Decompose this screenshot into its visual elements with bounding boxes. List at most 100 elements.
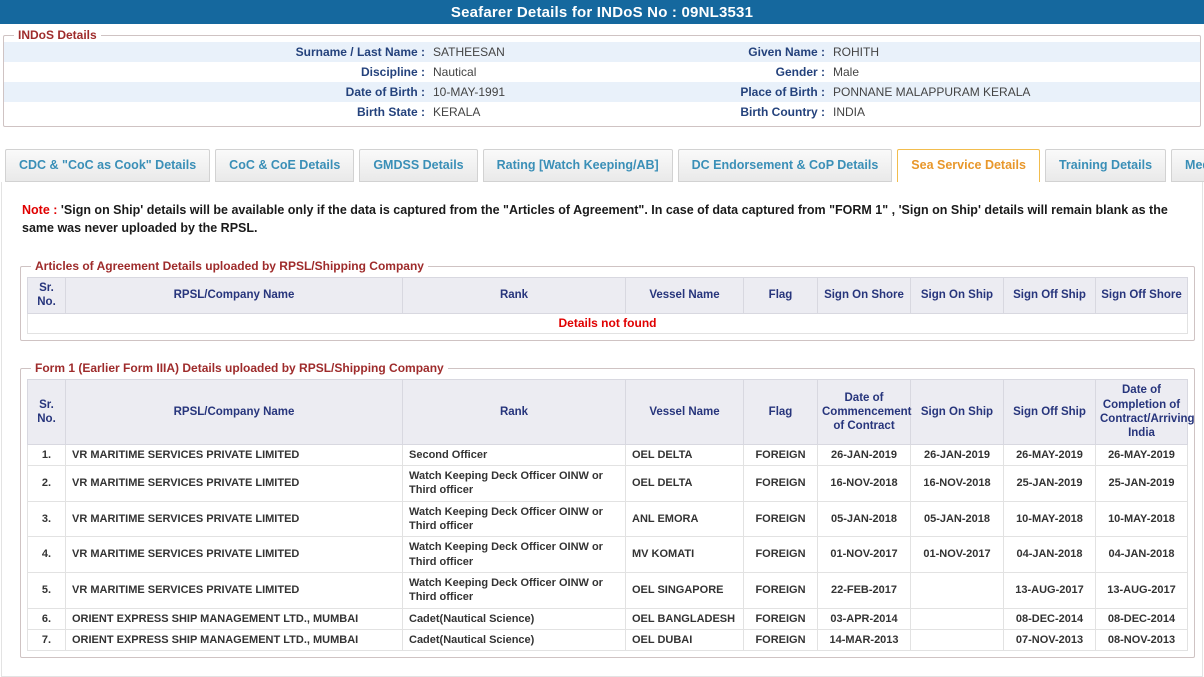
table-row: 5.VR MARITIME SERVICES PRIVATE LIMITEDWa…	[28, 572, 1188, 608]
form1-legend: Form 1 (Earlier Form IIIA) Details uploa…	[31, 361, 448, 375]
table-row: 3.VR MARITIME SERVICES PRIVATE LIMITEDWa…	[28, 501, 1188, 537]
table-cell: 2.	[28, 466, 66, 502]
tab-sea-service-details[interactable]: Sea Service Details	[897, 149, 1040, 182]
sign-on-ship-note: Note : 'Sign on Ship' details will be av…	[10, 196, 1194, 239]
table-cell: 6.	[28, 608, 66, 629]
col-vessel: Vessel Name	[626, 278, 744, 314]
table-cell: 3.	[28, 501, 66, 537]
birth-country-label: Birth Country :	[599, 105, 829, 119]
table-cell: Watch Keeping Deck Officer OINW or Third…	[403, 537, 626, 573]
table-cell: ANL EMORA	[626, 501, 744, 537]
table-cell: MV KOMATI	[626, 537, 744, 573]
indos-row: Date of Birth : 10-MAY-1991 Place of Bir…	[4, 82, 1200, 102]
given-name-label: Given Name :	[599, 45, 829, 59]
table-cell: 04-JAN-2018	[1096, 537, 1188, 573]
table-cell: OEL DELTA	[626, 444, 744, 465]
table-cell: VR MARITIME SERVICES PRIVATE LIMITED	[66, 501, 403, 537]
tab-coc-coe-details[interactable]: CoC & CoE Details	[215, 149, 354, 182]
table-cell: FOREIGN	[744, 608, 818, 629]
birth-state-value: KERALA	[429, 105, 599, 119]
table-cell: ORIENT EXPRESS SHIP MANAGEMENT LTD., MUM…	[66, 608, 403, 629]
col-vessel: Vessel Name	[626, 380, 744, 445]
table-cell: VR MARITIME SERVICES PRIVATE LIMITED	[66, 444, 403, 465]
table-cell: Cadet(Nautical Science)	[403, 629, 626, 650]
col-rank: Rank	[403, 278, 626, 314]
table-cell: 1.	[28, 444, 66, 465]
table-row: 7.ORIENT EXPRESS SHIP MANAGEMENT LTD., M…	[28, 629, 1188, 650]
table-cell: FOREIGN	[744, 537, 818, 573]
col-sign-on-ship: Sign On Ship	[911, 380, 1004, 445]
tab-bar: CDC & "CoC as Cook" Details CoC & CoE De…	[0, 149, 1204, 182]
table-cell: 07-NOV-2013	[1004, 629, 1096, 650]
tab-gmdss-details[interactable]: GMDSS Details	[359, 149, 477, 182]
table-cell: 10-MAY-2018	[1004, 501, 1096, 537]
table-cell: 16-NOV-2018	[911, 466, 1004, 502]
table-cell: OEL DELTA	[626, 466, 744, 502]
table-cell: 16-NOV-2018	[818, 466, 911, 502]
discipline-value: Nautical	[429, 65, 599, 79]
tab-dc-endorsement-cop-details[interactable]: DC Endorsement & CoP Details	[678, 149, 893, 182]
indos-details-legend: INDoS Details	[14, 28, 101, 42]
gender-value: Male	[829, 65, 1200, 79]
table-row: 4.VR MARITIME SERVICES PRIVATE LIMITEDWa…	[28, 537, 1188, 573]
note-text: 'Sign on Ship' details will be available…	[22, 203, 1168, 235]
col-sr-no: Sr. No.	[28, 380, 66, 445]
table-cell: 13-AUG-2017	[1004, 572, 1096, 608]
articles-of-agreement-table: Sr. No. RPSL/Company Name Rank Vessel Na…	[27, 277, 1188, 334]
table-cell: 13-AUG-2017	[1096, 572, 1188, 608]
col-company: RPSL/Company Name	[66, 278, 403, 314]
articles-of-agreement-legend: Articles of Agreement Details uploaded b…	[31, 259, 428, 273]
table-cell: FOREIGN	[744, 501, 818, 537]
col-company: RPSL/Company Name	[66, 380, 403, 445]
form1-table: Sr. No. RPSL/Company Name Rank Vessel Na…	[27, 379, 1188, 651]
table-cell: 26-MAY-2019	[1096, 444, 1188, 465]
empty-row: Details not found	[28, 313, 1188, 334]
table-cell: FOREIGN	[744, 466, 818, 502]
tab-rating-watch-keeping-ab[interactable]: Rating [Watch Keeping/AB]	[483, 149, 673, 182]
table-cell	[911, 608, 1004, 629]
table-cell: 26-JAN-2019	[911, 444, 1004, 465]
tab-cdc-coc-as-cook-details[interactable]: CDC & "CoC as Cook" Details	[5, 149, 210, 182]
gender-label: Gender :	[599, 65, 829, 79]
table-cell: 01-NOV-2017	[911, 537, 1004, 573]
tab-training-details[interactable]: Training Details	[1045, 149, 1166, 182]
table-cell: OEL DUBAI	[626, 629, 744, 650]
table-cell: 26-MAY-2019	[1004, 444, 1096, 465]
col-sign-off-shore: Sign Off Shore	[1096, 278, 1188, 314]
table-cell: FOREIGN	[744, 444, 818, 465]
surname-label: Surname / Last Name :	[4, 45, 429, 59]
tab-medical-fitness-certificate[interactable]: Medical Fitness Certificate	[1171, 149, 1204, 182]
table-cell: 22-FEB-2017	[818, 572, 911, 608]
place-of-birth-label: Place of Birth :	[599, 85, 829, 99]
birth-state-label: Birth State :	[4, 105, 429, 119]
table-cell: FOREIGN	[744, 629, 818, 650]
table-cell: 25-JAN-2019	[1004, 466, 1096, 502]
table-header-row: Sr. No. RPSL/Company Name Rank Vessel Na…	[28, 278, 1188, 314]
details-not-found-message: Details not found	[28, 313, 1188, 334]
indos-row: Surname / Last Name : SATHEESAN Given Na…	[4, 42, 1200, 62]
page-title: Seafarer Details for INDoS No : 09NL3531	[451, 4, 753, 21]
col-sign-off-ship: Sign Off Ship	[1004, 380, 1096, 445]
col-date-completion: Date of Completion of Contract/Arriving …	[1096, 380, 1188, 445]
table-header-row: Sr. No. RPSL/Company Name Rank Vessel Na…	[28, 380, 1188, 445]
table-cell: 08-DEC-2014	[1004, 608, 1096, 629]
given-name-value: ROHITH	[829, 45, 1200, 59]
articles-of-agreement-section: Articles of Agreement Details uploaded b…	[20, 259, 1195, 341]
discipline-label: Discipline :	[4, 65, 429, 79]
table-cell: Watch Keeping Deck Officer OINW or Third…	[403, 572, 626, 608]
table-cell: 04-JAN-2018	[1004, 537, 1096, 573]
table-cell: 4.	[28, 537, 66, 573]
table-cell: 08-DEC-2014	[1096, 608, 1188, 629]
table-cell: OEL BANGLADESH	[626, 608, 744, 629]
col-flag: Flag	[744, 278, 818, 314]
sea-service-panel: Note : 'Sign on Ship' details will be av…	[1, 182, 1203, 677]
table-cell: OEL SINGAPORE	[626, 572, 744, 608]
table-cell: 08-NOV-2013	[1096, 629, 1188, 650]
form1-section: Form 1 (Earlier Form IIIA) Details uploa…	[20, 361, 1195, 658]
col-sign-off-ship: Sign Off Ship	[1004, 278, 1096, 314]
table-cell	[911, 629, 1004, 650]
surname-value: SATHEESAN	[429, 45, 599, 59]
table-cell: 03-APR-2014	[818, 608, 911, 629]
place-of-birth-value: PONNANE MALAPPURAM KERALA	[829, 85, 1200, 99]
table-cell: 25-JAN-2019	[1096, 466, 1188, 502]
